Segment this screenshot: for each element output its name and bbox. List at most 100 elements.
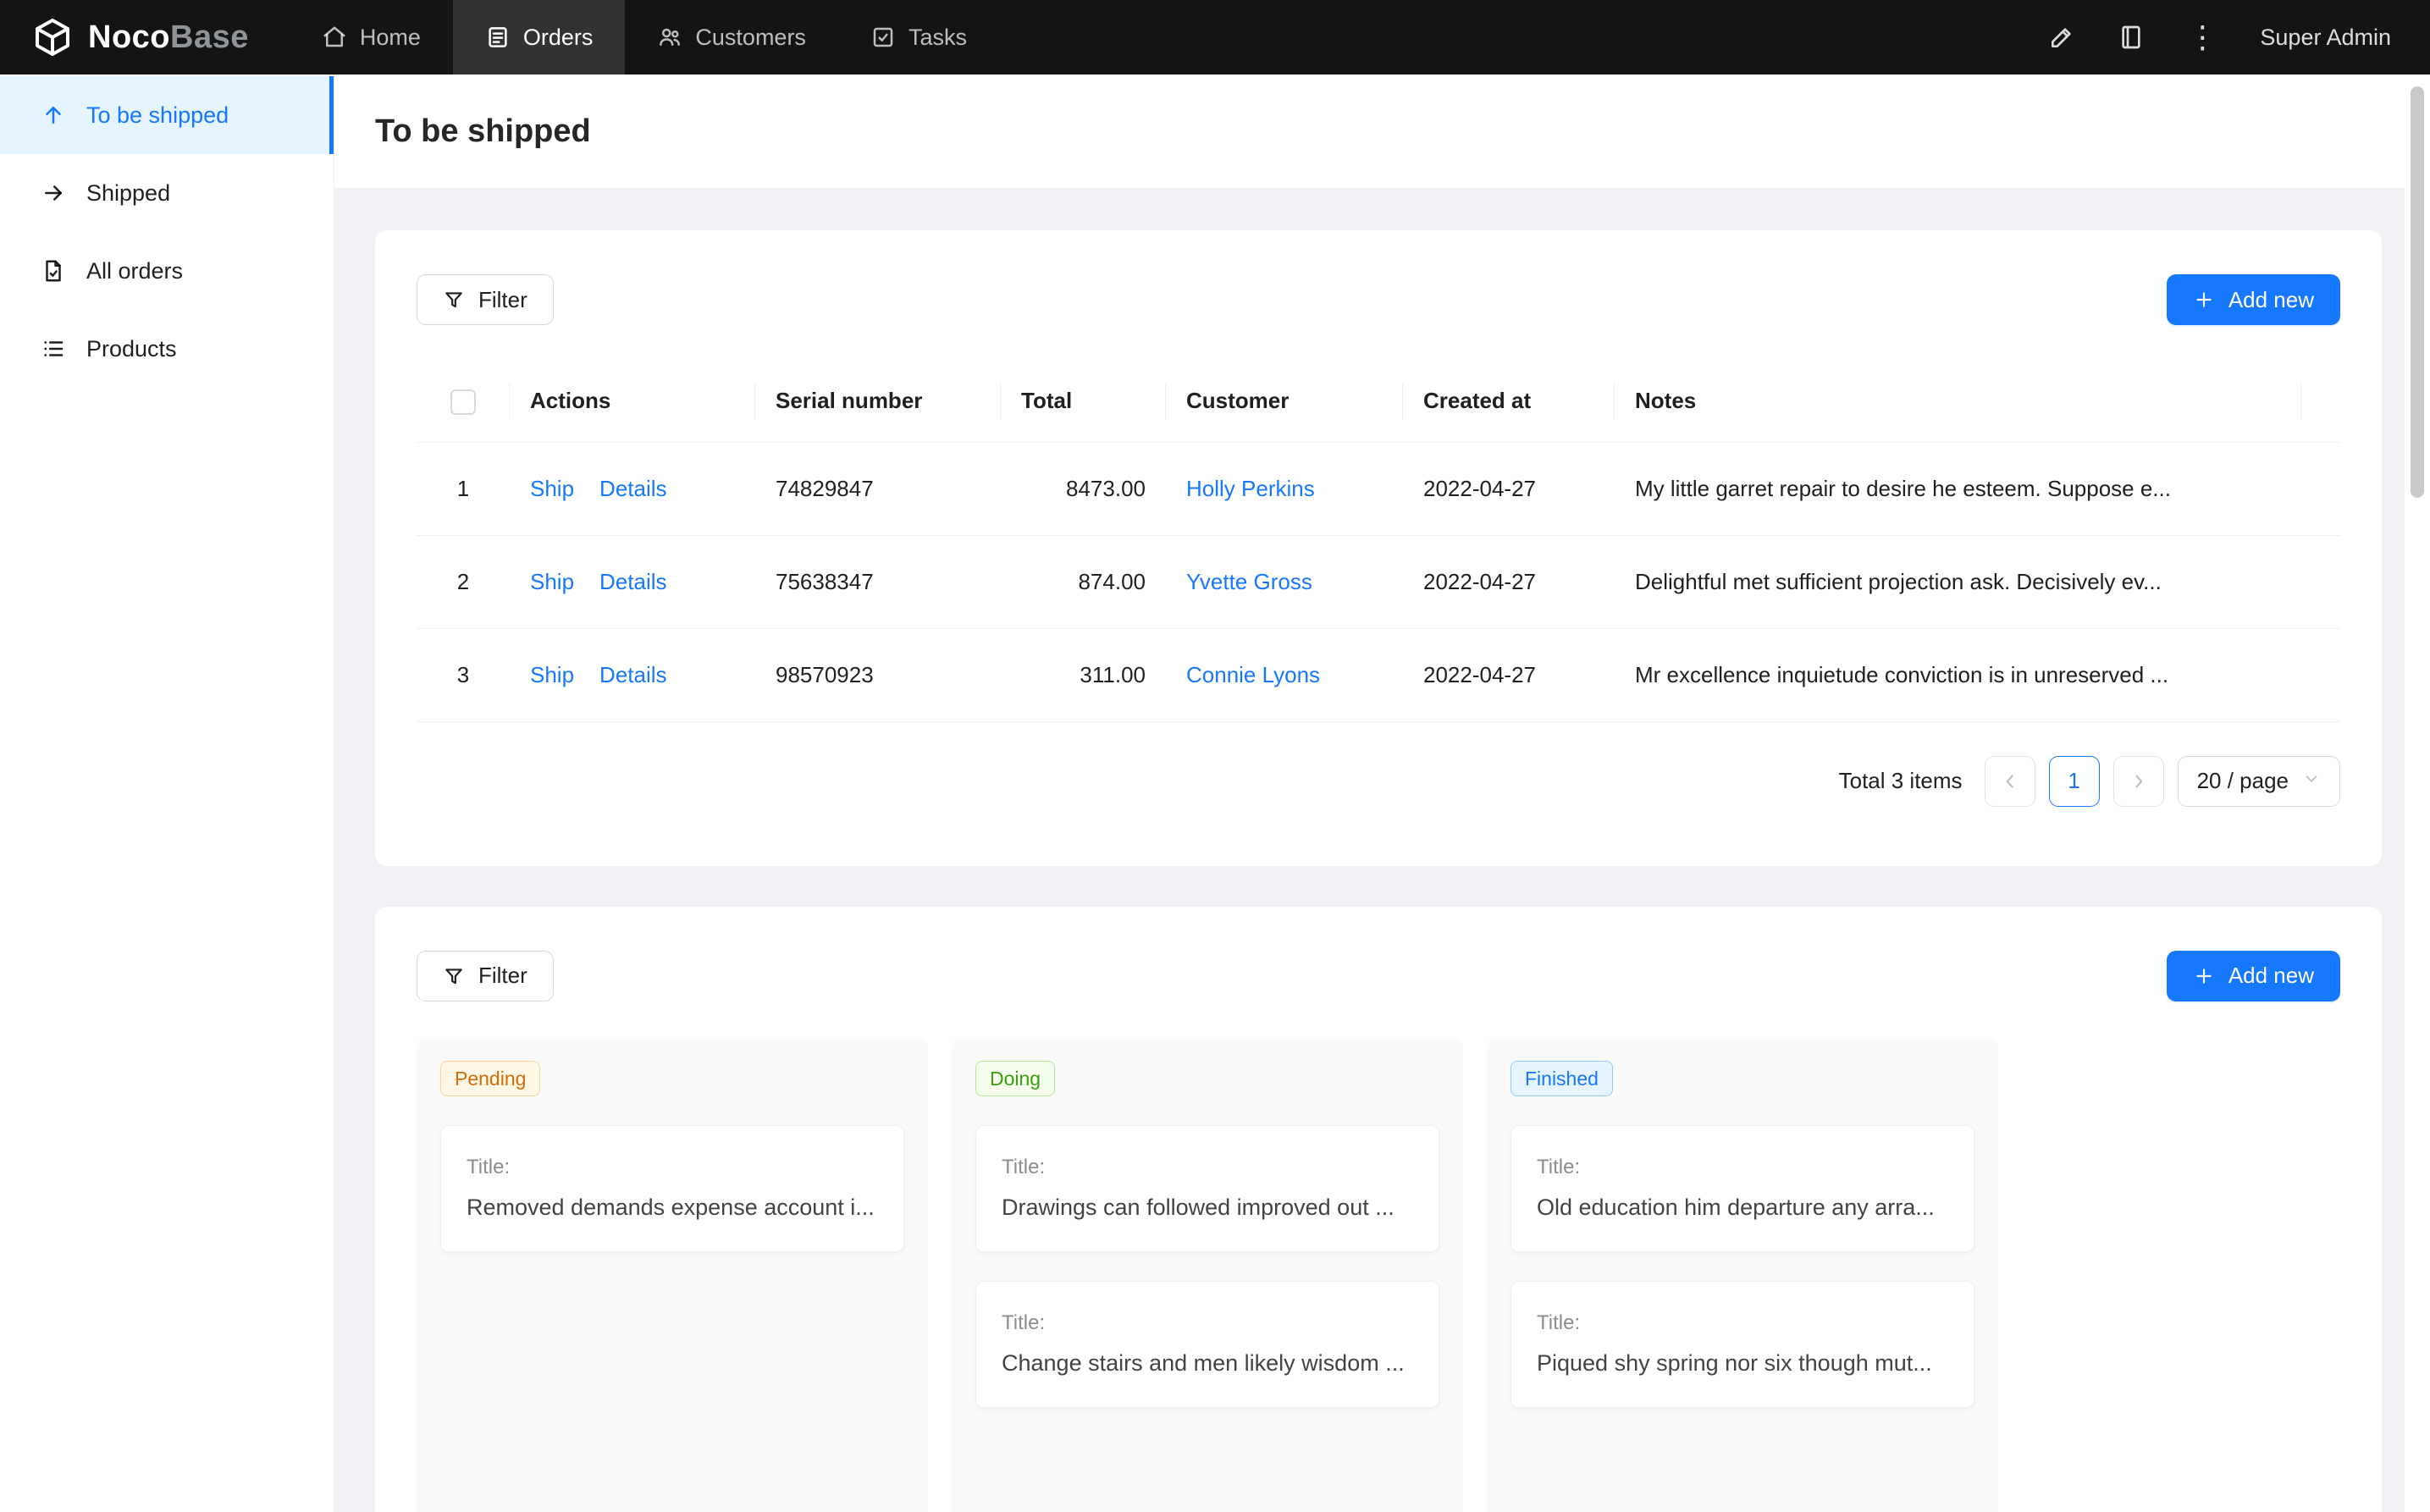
previous-page-button[interactable]: [1985, 756, 2035, 807]
navbar-tools: ⋮ Super Admin: [2048, 24, 2430, 51]
ship-action-link[interactable]: Ship: [530, 476, 574, 502]
add-new-button-label: Add new: [2228, 287, 2314, 313]
serial-number-cell: 75638347: [755, 535, 1001, 628]
orders-table-block: Filter Add new: [375, 230, 2382, 866]
nav-item-label: Orders: [523, 25, 594, 51]
details-action-link[interactable]: Details: [599, 569, 666, 595]
table-row: 1 Ship Details 74829847 8473.00 Holly Per…: [417, 442, 2340, 535]
serial-number-cell: 74829847: [755, 442, 1001, 535]
field-label: Title:: [1537, 1311, 1948, 1336]
details-action-link[interactable]: Details: [599, 476, 666, 502]
field-label: Title:: [467, 1155, 878, 1180]
scrollbar-thumb[interactable]: [2411, 86, 2424, 498]
next-page-button[interactable]: [2113, 756, 2164, 807]
kanban-board: Pending Title: Removed demands expense a…: [417, 1037, 2340, 1512]
main-area: To be shipped Filter: [334, 74, 2430, 1512]
more-menu-icon[interactable]: ⋮: [2187, 24, 2217, 51]
row-index: 3: [417, 628, 510, 721]
arrow-up-icon: [41, 102, 66, 128]
customer-link[interactable]: Connie Lyons: [1186, 662, 1320, 687]
table-row: 3 ShipDetails 98570923 311.00 Connie Lyo…: [417, 628, 2340, 721]
card-title-text: Piqued shy spring nor six though mut...: [1537, 1348, 1948, 1378]
kanban-toolbar: Filter Add new: [417, 951, 2340, 1002]
nav-item-orders[interactable]: Orders: [453, 0, 626, 74]
nav-item-label: Home: [360, 25, 421, 51]
ui-editor-pen-icon[interactable]: [2048, 24, 2075, 51]
sidebar-item-label: Shipped: [86, 180, 170, 207]
kanban-card-item[interactable]: Title: Drawings can followed improved ou…: [975, 1125, 1439, 1252]
column-header-serial: Serial number: [755, 361, 1001, 442]
nav-item-label: Customers: [695, 25, 806, 51]
nav-item-customers[interactable]: Customers: [625, 0, 838, 74]
table-row: 2 ShipDetails 75638347 874.00 Yvette Gro…: [417, 535, 2340, 628]
filter-icon: [443, 965, 465, 987]
api-doc-book-icon[interactable]: [2118, 24, 2145, 51]
page-number-button[interactable]: 1: [2049, 756, 2100, 807]
nav-item-home[interactable]: Home: [290, 0, 453, 74]
customer-link[interactable]: Yvette Gross: [1186, 569, 1312, 594]
row-index: 1: [417, 442, 510, 535]
chevron-down-icon: [2302, 768, 2321, 794]
notes-cell: Mr excellence inquietude conviction is i…: [1615, 628, 2301, 721]
card-title-text: Change stairs and men likely wisdom ...: [1002, 1348, 1413, 1378]
sidebar-item-to-be-shipped[interactable]: To be shipped: [0, 76, 334, 154]
column-header-total: Total: [1001, 361, 1166, 442]
sidebar-item-label: Products: [86, 336, 177, 362]
notes-cell: Delightful met sufficient projection ask…: [1615, 535, 2301, 628]
page-title: To be shipped: [375, 113, 591, 150]
created-at-cell: 2022-04-27: [1403, 442, 1615, 535]
sidebar-item-products[interactable]: Products: [0, 310, 334, 388]
created-at-cell: 2022-04-27: [1403, 535, 1615, 628]
customer-link[interactable]: Holly Perkins: [1186, 476, 1315, 501]
status-badge: Finished: [1510, 1061, 1613, 1096]
serial-number-cell: 98570923: [755, 628, 1001, 721]
sidebar-item-shipped[interactable]: Shipped: [0, 154, 334, 232]
sidebar: To be shipped Shipped All orders Product…: [0, 74, 334, 1512]
created-at-cell: 2022-04-27: [1403, 628, 1615, 721]
kanban-column-pending: Pending Title: Removed demands expense a…: [417, 1037, 928, 1512]
ship-action-link[interactable]: Ship: [530, 662, 574, 688]
plus-icon: [2193, 289, 2215, 311]
ship-action-link[interactable]: Ship: [530, 569, 574, 595]
nocobase-logo[interactable]: NocoBase: [0, 17, 290, 58]
kanban-card-item[interactable]: Title: Old education him departure any a…: [1510, 1125, 1974, 1252]
column-header-notes: Notes: [1615, 361, 2301, 442]
filter-button-label: Filter: [478, 287, 527, 313]
home-icon: [322, 25, 347, 50]
add-new-button-label: Add new: [2228, 963, 2314, 989]
kanban-card-item[interactable]: Title: Removed demands expense account i…: [440, 1125, 904, 1252]
nav-item-label: Tasks: [908, 25, 967, 51]
kanban-card-item[interactable]: Title: Change stairs and men likely wisd…: [975, 1281, 1439, 1408]
page-header: To be shipped: [334, 74, 2430, 188]
file-check-icon: [41, 258, 66, 284]
add-new-button[interactable]: Add new: [2167, 274, 2340, 325]
column-header-created-at: Created at: [1403, 361, 1615, 442]
customers-icon: [657, 25, 682, 50]
app-window: NocoBase Home Orders Customers: [0, 0, 2430, 1512]
filter-icon: [443, 289, 465, 311]
kanban-card-item[interactable]: Title: Piqued shy spring nor six though …: [1510, 1281, 1974, 1408]
table-header-row: Actions Serial number Total Customer Cre…: [417, 361, 2340, 442]
select-all-checkbox[interactable]: [450, 389, 476, 415]
sidebar-item-all-orders[interactable]: All orders: [0, 232, 334, 310]
nav-item-tasks[interactable]: Tasks: [838, 0, 999, 74]
status-badge: Doing: [975, 1061, 1055, 1096]
logo-text: NocoBase: [88, 19, 249, 56]
total-cell: 8473.00: [1001, 442, 1166, 535]
kanban-filter-button[interactable]: Filter: [417, 951, 554, 1002]
card-title-text: Drawings can followed improved out ...: [1002, 1192, 1413, 1222]
filter-button[interactable]: Filter: [417, 274, 554, 325]
user-menu[interactable]: Super Admin: [2260, 25, 2391, 51]
status-badge: Pending: [440, 1061, 540, 1096]
card-title-text: Old education him departure any arra...: [1537, 1192, 1948, 1222]
page-size-select[interactable]: 20 / page: [2178, 756, 2340, 807]
column-header-spacer: [2301, 361, 2340, 442]
plus-icon: [2193, 965, 2215, 987]
kanban-add-new-button[interactable]: Add new: [2167, 951, 2340, 1002]
main-menu: Home Orders Customers Tasks: [290, 0, 999, 74]
orders-table: Actions Serial number Total Customer Cre…: [417, 361, 2340, 722]
field-label: Title:: [1002, 1311, 1413, 1336]
details-action-link[interactable]: Details: [599, 662, 666, 688]
nocobase-cube-icon: [32, 17, 73, 58]
sidebar-item-label: All orders: [86, 258, 183, 284]
